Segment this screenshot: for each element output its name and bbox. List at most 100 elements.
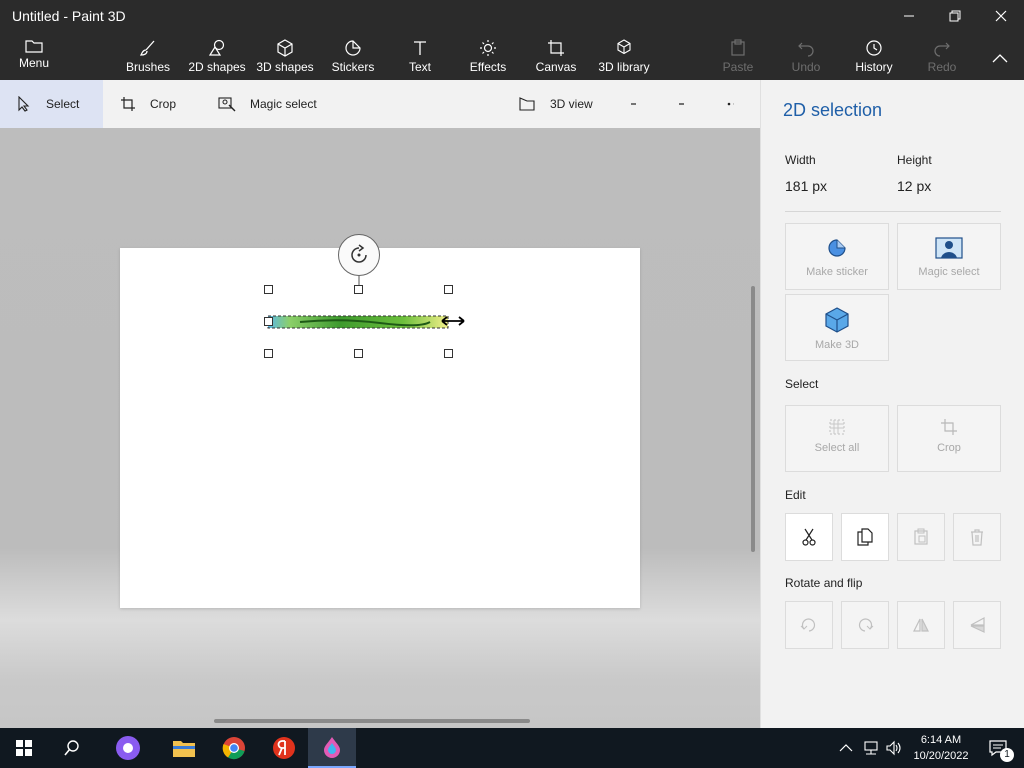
brushes-label: Brushes — [125, 60, 171, 74]
select-all-button[interactable]: Select all — [785, 405, 889, 472]
crop-tool[interactable]: Crop — [120, 80, 190, 128]
width-label: Width — [785, 153, 816, 167]
vertical-scrollbar[interactable] — [751, 286, 755, 552]
minimize-button[interactable] — [886, 0, 932, 32]
crop-panel-button[interactable]: Crop — [897, 405, 1001, 472]
library-3d-icon — [617, 39, 631, 55]
magic-select-label: Magic select — [250, 97, 317, 111]
search-icon — [64, 740, 79, 756]
make-3d-button[interactable]: Make 3D — [785, 294, 889, 361]
volume-button[interactable] — [882, 728, 906, 768]
library-3d-tab[interactable]: 3D library — [596, 34, 652, 80]
magic-select-tool[interactable]: Magic select — [218, 80, 328, 128]
restore-button[interactable] — [932, 0, 978, 32]
show-hidden-icons-button[interactable] — [834, 728, 858, 768]
resize-handle-top-left[interactable] — [264, 285, 273, 294]
canvas-tab[interactable]: Canvas — [534, 34, 578, 80]
search-button[interactable] — [48, 728, 96, 768]
collapse-ribbon-button[interactable] — [986, 34, 1014, 80]
more-options-button[interactable] — [726, 80, 748, 128]
resize-handle-bottom-right[interactable] — [444, 349, 453, 358]
clock-date: 10/20/2022 — [913, 750, 969, 762]
magic-select-panel-button[interactable]: Magic select — [897, 223, 1001, 290]
file-explorer-button[interactable] — [160, 728, 208, 768]
undo-button[interactable]: Undo — [786, 34, 826, 80]
cube-icon — [277, 39, 293, 57]
canvas-workspace[interactable] — [0, 128, 760, 728]
paint3d-taskbar-button[interactable] — [308, 728, 356, 768]
edit-section-label: Edit — [785, 488, 806, 502]
selection-overlay — [267, 268, 449, 329]
history-button[interactable]: History — [850, 34, 898, 80]
resize-handle-bottom-left[interactable] — [264, 349, 273, 358]
close-icon — [995, 10, 1007, 22]
scissors-icon — [802, 528, 816, 546]
selected-stroke-image[interactable] — [267, 315, 449, 329]
clock-time: 6:14 AM — [920, 734, 962, 746]
chevron-up-small-icon — [839, 744, 853, 752]
make-sticker-icon — [828, 239, 846, 257]
view-3d-label: 3D view — [550, 97, 593, 111]
resize-handle-top[interactable] — [354, 285, 363, 294]
delete-button[interactable] — [953, 513, 1001, 561]
flip-horizontal-button[interactable] — [897, 601, 945, 649]
rotate-right-button[interactable] — [841, 601, 889, 649]
height-value[interactable]: 12 px — [897, 178, 931, 194]
crop-icon — [121, 97, 135, 111]
horizontal-scrollbar[interactable] — [214, 719, 530, 723]
shapes-3d-tab[interactable]: 3D shapes — [254, 34, 316, 80]
cut-button[interactable] — [785, 513, 833, 561]
width-value[interactable]: 181 px — [785, 178, 827, 194]
make-3d-label: Make 3D — [814, 339, 860, 351]
chrome-button[interactable] — [210, 728, 258, 768]
start-button[interactable] — [0, 728, 48, 768]
folder-icon — [25, 40, 43, 53]
paste-button[interactable]: Paste — [718, 34, 758, 80]
redo-button[interactable]: Redo — [922, 34, 962, 80]
network-button[interactable] — [858, 728, 884, 768]
yandex-browser-button[interactable] — [260, 728, 308, 768]
text-tab[interactable]: Text — [400, 34, 440, 80]
select-tool[interactable]: Select — [0, 80, 103, 128]
resize-handle-bottom[interactable] — [354, 349, 363, 358]
close-button[interactable] — [978, 0, 1024, 32]
select-pointer-icon — [18, 96, 30, 112]
effects-tab[interactable]: Effects — [466, 34, 510, 80]
make-sticker-button[interactable]: Make sticker — [785, 223, 889, 290]
shapes-2d-tab[interactable]: 2D shapes — [186, 34, 248, 80]
ellipsis-icon — [727, 102, 734, 106]
copy-icon — [857, 528, 873, 546]
menu-button[interactable]: Menu — [10, 34, 58, 80]
selection-panel: 2D selection Width 181 px Height 12 px M… — [760, 80, 1024, 728]
text-label: Text — [408, 60, 431, 74]
alice-assistant-icon — [116, 736, 140, 760]
flip-vertical-button[interactable] — [953, 601, 1001, 649]
resize-handle-top-right[interactable] — [444, 285, 453, 294]
view-3d-button[interactable]: 3D view — [518, 80, 608, 128]
volume-icon — [886, 740, 901, 756]
crop-panel-label: Crop — [937, 442, 961, 454]
chevron-up-icon — [992, 54, 1008, 63]
alice-app-button[interactable] — [104, 728, 152, 768]
make-3d-icon — [825, 307, 849, 333]
brushes-tab[interactable]: Brushes — [118, 34, 178, 80]
action-center-button[interactable]: 1 — [978, 728, 1018, 768]
resize-cursor-icon — [441, 316, 465, 326]
zoom-out-button[interactable] — [630, 80, 650, 128]
paste-label: Paste — [722, 60, 754, 74]
clock[interactable]: 6:14 AM 10/20/2022 — [906, 732, 976, 764]
crop-tool-label: Crop — [150, 97, 177, 111]
paste-panel-button[interactable] — [897, 513, 945, 561]
redo-label: Redo — [927, 60, 957, 74]
rotate-handle[interactable] — [338, 234, 380, 276]
zoom-in-button[interactable] — [678, 80, 698, 128]
yandex-browser-icon — [273, 737, 295, 759]
copy-button[interactable] — [841, 513, 889, 561]
shapes-2d-icon — [208, 39, 225, 56]
undo-icon — [798, 42, 814, 57]
chrome-icon — [222, 737, 245, 760]
rotate-left-button[interactable] — [785, 601, 833, 649]
stickers-tab[interactable]: Stickers — [326, 34, 380, 80]
resize-handle-left[interactable] — [264, 317, 273, 326]
history-icon — [866, 40, 882, 56]
